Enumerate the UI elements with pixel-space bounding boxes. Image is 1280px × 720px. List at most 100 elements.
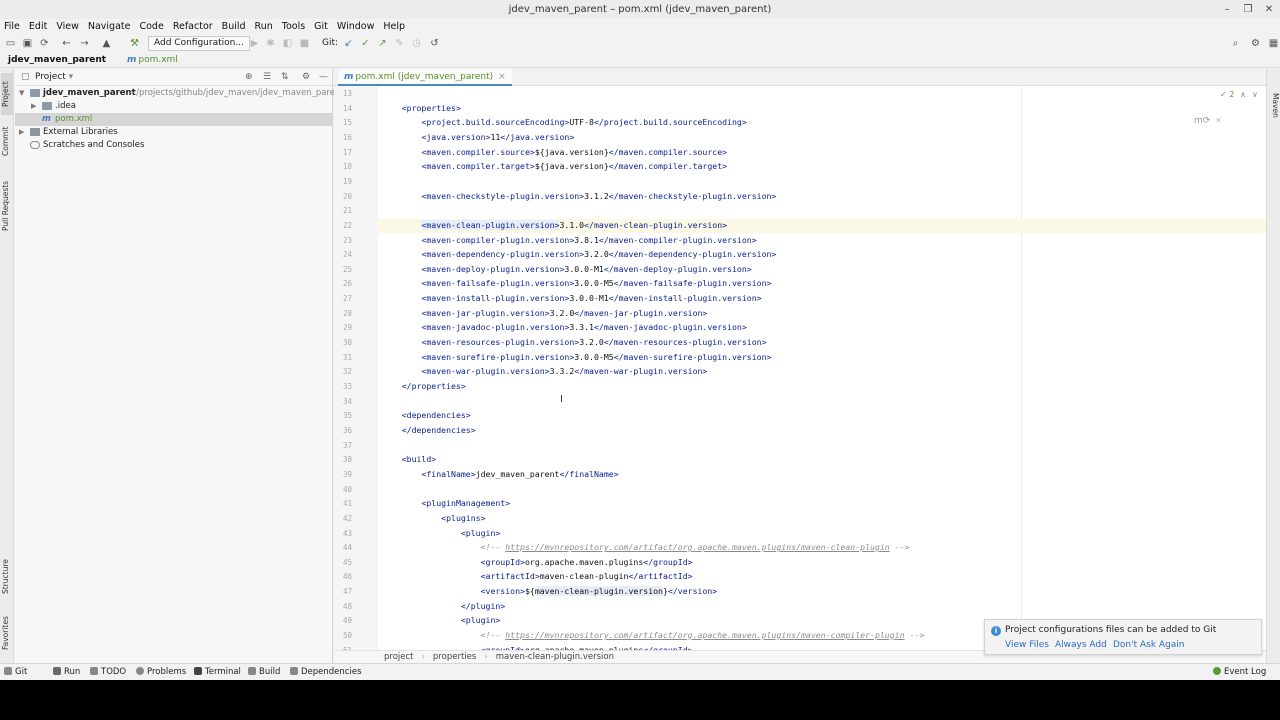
search-icon[interactable]: ⌕ [1229, 37, 1242, 50]
forward-arrow-icon[interactable]: → [78, 37, 91, 50]
git-commit-icon[interactable]: ✓ [359, 37, 372, 50]
menu-bar: File Edit View Navigate Code Refactor Bu… [0, 19, 1280, 34]
breadcrumb-properties[interactable]: properties [433, 652, 476, 662]
ide-window: jdev_maven_parent – pom.xml (jdev_maven_… [0, 0, 1280, 680]
menu-navigate[interactable]: Navigate [88, 21, 131, 32]
event-log-icon [1213, 667, 1221, 675]
debug-icon[interactable]: ✱ [264, 37, 277, 50]
view-files-link[interactable]: View Files [1005, 640, 1049, 650]
tree-item-pom[interactable]: m pom.xml [15, 113, 333, 126]
maven-file-icon: m [344, 72, 354, 82]
git-rollback-icon[interactable]: ↺ [428, 37, 441, 50]
inspection-widget[interactable]: ✓ 2 [1220, 90, 1234, 99]
navigation-bar: jdev_maven_parent m pom.xml [0, 53, 1280, 68]
code-line: <maven.compiler.source>${java.version}</… [421, 146, 728, 157]
menu-code[interactable]: Code [139, 21, 163, 32]
run-icon[interactable]: ▶ [248, 37, 261, 50]
nav-file[interactable]: m pom.xml [127, 55, 178, 65]
sync-icon[interactable]: ⟳ [38, 37, 51, 50]
save-icon[interactable]: ▣ [21, 37, 34, 50]
tab-pom-xml[interactable]: m pom.xml (jdev_maven_parent) × [338, 69, 512, 86]
git-branch-icon [4, 667, 12, 675]
menu-build[interactable]: Build [222, 21, 246, 32]
expand-all-icon[interactable]: ☰ [263, 69, 271, 86]
next-highlight-icon[interactable]: ∨ [1252, 90, 1258, 99]
inspection-count: 2 [1229, 90, 1235, 99]
open-folder-icon[interactable]: ▭ [4, 37, 17, 50]
tree-item-scratches[interactable]: Scratches and Consoles [15, 139, 333, 152]
git-history-icon[interactable]: ◷ [410, 37, 423, 50]
prev-highlight-icon[interactable]: ∧ [1240, 90, 1246, 99]
tree-item-external-libraries[interactable]: ▶ External Libraries [15, 126, 333, 139]
close-icon[interactable]: ✕ [1258, 0, 1280, 19]
collapse-arrow-icon[interactable]: ▶ [31, 100, 36, 113]
add-configuration-button[interactable]: Add Configuration... [148, 36, 250, 51]
tree-root[interactable]: ▼ jdev_maven_parent ~/projects/github/jd… [15, 87, 344, 100]
always-add-link[interactable]: Always Add [1055, 640, 1107, 650]
locate-icon[interactable]: ⊕ [245, 69, 253, 86]
line-number: 24 [342, 250, 352, 260]
project-panel-title[interactable]: Project ▾ [35, 69, 73, 86]
menu-help[interactable]: Help [383, 21, 405, 32]
status-problems[interactable]: Problems [136, 664, 186, 680]
hide-panel-icon[interactable]: — [319, 69, 328, 86]
status-build[interactable]: Build [248, 664, 280, 680]
panel-settings-icon[interactable]: ⚙ [302, 69, 310, 86]
tool-window-project[interactable]: Project [1, 73, 13, 115]
project-view-icon: ▢ [21, 72, 30, 82]
dismiss-maven-icon[interactable]: ✕ [1215, 116, 1222, 125]
stop-icon[interactable]: ■ [298, 37, 311, 50]
code-line: <maven.compiler.target>${java.version}</… [421, 161, 728, 172]
menu-file[interactable]: File [4, 21, 20, 32]
minimize-icon[interactable]: – [1216, 0, 1238, 19]
menu-edit[interactable]: Edit [29, 21, 47, 32]
menu-tools[interactable]: Tools [282, 21, 305, 32]
git-push-icon[interactable]: ↗ [376, 37, 389, 50]
tool-window-commit[interactable]: Commit [1, 123, 13, 159]
plugin-icon[interactable]: ▦ [1267, 37, 1280, 50]
tree-item-idea[interactable]: ▶ .idea [15, 100, 333, 113]
menu-run[interactable]: Run [255, 21, 273, 32]
menu-refactor[interactable]: Refactor [173, 21, 213, 32]
back-arrow-icon[interactable]: ← [60, 37, 73, 50]
tool-window-structure[interactable]: Structure [1, 553, 13, 601]
tool-window-pull-requests[interactable]: Pull Requests [1, 173, 13, 239]
line-number: 36 [342, 425, 352, 435]
tree-root-name: jdev_maven_parent [43, 88, 136, 98]
tree-item-label: External Libraries [43, 127, 118, 137]
close-tab-icon[interactable]: × [498, 72, 506, 82]
collapse-arrow-icon[interactable]: ▶ [19, 126, 24, 139]
line-number: 48 [342, 601, 352, 611]
build-hammer-icon[interactable]: ⚒ [128, 37, 141, 50]
collapse-all-icon[interactable]: ⇅ [281, 69, 289, 86]
expand-arrow-icon[interactable]: ▼ [19, 87, 24, 100]
code-editor[interactable]: 13 14 <properties> 15 <project.build.sourc… [334, 86, 1266, 650]
breadcrumb-project[interactable]: project [384, 652, 414, 662]
tool-window-favorites[interactable]: Favorites [1, 609, 13, 657]
coverage-icon[interactable]: ◧ [281, 37, 294, 50]
git-update-icon[interactable]: ↙ [342, 37, 355, 50]
nav-project[interactable]: jdev_maven_parent [8, 55, 106, 65]
git-annotate-icon[interactable]: ✎ [393, 37, 406, 50]
status-run[interactable]: Run [53, 664, 80, 680]
code-line: <maven-install-plugin.version>3.0.0-M1</… [421, 293, 762, 304]
menu-window[interactable]: Window [337, 21, 374, 32]
status-event-log[interactable]: Event Log [1213, 664, 1266, 680]
status-git[interactable]: Git [4, 664, 27, 680]
status-git-label: Git [15, 667, 28, 677]
menu-git[interactable]: Git [314, 21, 328, 32]
status-dependencies[interactable]: Dependencies [290, 664, 362, 680]
load-maven-changes-icon[interactable]: m⟳ [1194, 116, 1210, 126]
dont-ask-again-link[interactable]: Don't Ask Again [1113, 640, 1185, 650]
status-terminal[interactable]: Terminal [194, 664, 241, 680]
breadcrumb-clean-plugin-version[interactable]: maven-clean-plugin.version [496, 652, 614, 662]
code-line: </plugin> [460, 600, 506, 611]
menu-view[interactable]: View [56, 21, 79, 32]
tool-window-maven[interactable]: Maven [1268, 87, 1280, 123]
maximize-icon[interactable]: ❐ [1237, 0, 1259, 19]
settings-icon[interactable]: ⚙ [1249, 37, 1262, 50]
code-line: <maven-clean-plugin.version>3.1.0</maven… [421, 219, 728, 230]
status-todo[interactable]: TODO [90, 664, 126, 680]
terminal-icon [194, 667, 202, 675]
user-dropdown-icon[interactable]: ▲ [100, 37, 113, 50]
